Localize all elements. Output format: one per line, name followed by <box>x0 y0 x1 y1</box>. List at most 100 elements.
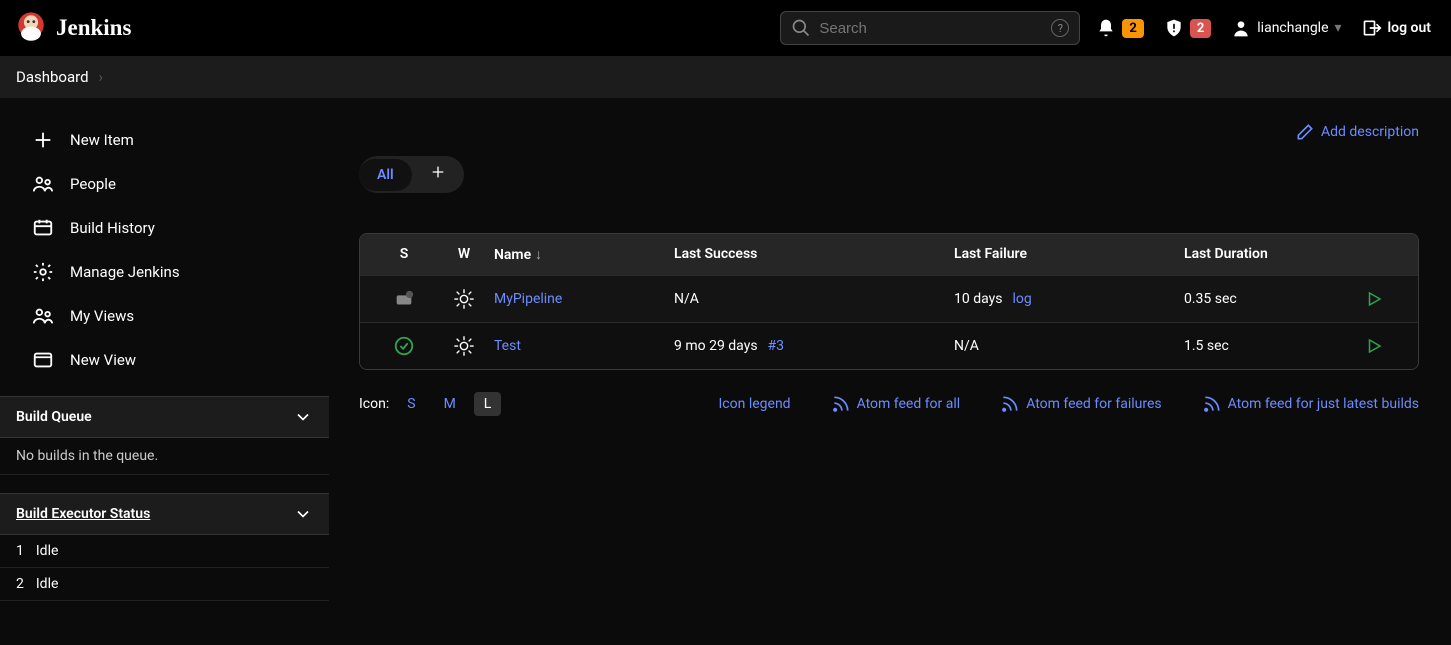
bell-icon <box>1096 18 1116 38</box>
sidebar-item-manage-jenkins[interactable]: Manage Jenkins <box>0 250 329 294</box>
rss-icon <box>831 394 851 414</box>
shield-alert-icon <box>1164 18 1184 38</box>
view-tabs: All <box>359 156 464 193</box>
logout-button[interactable]: log out <box>1358 18 1435 38</box>
executor-num: 1 <box>16 543 24 559</box>
atom-feed-all[interactable]: Atom feed for all <box>831 394 961 414</box>
col-last-duration[interactable]: Last Duration <box>1184 246 1344 263</box>
sidebar-item-new-view[interactable]: New View <box>0 338 329 382</box>
col-status[interactable]: S <box>374 246 434 263</box>
atom-feed-failures[interactable]: Atom feed for failures <box>1000 394 1161 414</box>
chevron-down-icon <box>293 407 313 427</box>
weather-sunny-icon <box>453 335 475 357</box>
last-success-link[interactable]: #3 <box>768 338 785 354</box>
logo[interactable]: Jenkins <box>16 11 131 45</box>
main-panel: Add description All S W Name↓ Last Succe… <box>329 98 1451 645</box>
sidebar-item-label: New Item <box>70 131 134 149</box>
build-queue-title: Build Queue <box>16 409 92 425</box>
table-row: MyPipeline N/A 10 days log 0.35 sec <box>360 275 1418 322</box>
executor-num: 2 <box>16 576 24 592</box>
atom-feed-latest[interactable]: Atom feed for just latest builds <box>1202 394 1419 414</box>
last-duration-value: 1.5 sec <box>1184 338 1229 354</box>
build-queue-empty: No builds in the queue. <box>0 438 329 475</box>
col-weather[interactable]: W <box>434 246 494 263</box>
header: Jenkins ? 2 2 lianchangle ▾ log out <box>0 0 1451 56</box>
logout-icon <box>1362 18 1382 38</box>
sidebar: New Item People Build History Manage Jen… <box>0 98 329 645</box>
table-header: S W Name↓ Last Success Last Failure Last… <box>360 234 1418 275</box>
gear-icon <box>32 261 54 283</box>
rss-icon <box>1000 394 1020 414</box>
build-now-icon[interactable] <box>1365 337 1383 355</box>
user-menu[interactable]: lianchangle ▾ <box>1227 18 1345 38</box>
sidebar-item-label: New View <box>70 351 136 369</box>
last-failure-value: 10 days <box>954 291 1002 307</box>
icon-legend-link[interactable]: Icon legend <box>719 396 791 412</box>
last-failure-value: N/A <box>954 338 979 354</box>
icon-size-s[interactable]: S <box>397 392 425 416</box>
executor-state: Idle <box>36 576 59 592</box>
plus-icon <box>32 129 54 151</box>
build-queue-header[interactable]: Build Queue <box>0 396 329 438</box>
notif-badge: 2 <box>1122 19 1143 38</box>
sidebar-item-new-item[interactable]: New Item <box>0 118 329 162</box>
icon-size-label: Icon: <box>359 396 389 412</box>
build-now-icon[interactable] <box>1365 290 1383 308</box>
people-icon <box>32 173 54 195</box>
search-input[interactable] <box>819 20 1043 37</box>
search-box[interactable]: ? <box>780 11 1080 45</box>
rss-icon <box>1202 394 1222 414</box>
tab-all[interactable]: All <box>359 159 412 191</box>
app-name: Jenkins <box>56 15 131 41</box>
username: lianchangle <box>1257 20 1328 36</box>
last-success-value: N/A <box>674 291 699 307</box>
executor-row: 1 Idle <box>0 535 329 568</box>
job-name-link[interactable]: MyPipeline <box>494 291 562 307</box>
sort-down-icon: ↓ <box>535 247 542 263</box>
alert-badge: 2 <box>1190 19 1211 38</box>
plus-icon <box>430 164 446 180</box>
chevron-down-icon: ▾ <box>1335 20 1342 36</box>
feed-label: Atom feed for all <box>857 396 961 412</box>
executor-status-title: Build Executor Status <box>16 506 150 522</box>
job-name-link[interactable]: Test <box>494 338 521 354</box>
col-last-failure[interactable]: Last Failure <box>954 246 1184 263</box>
last-success-value: 9 mo 29 days <box>674 338 758 354</box>
search-icon <box>791 18 811 38</box>
breadcrumb: Dashboard › <box>0 56 1451 98</box>
breadcrumb-root[interactable]: Dashboard <box>16 68 89 86</box>
window-icon <box>32 349 54 371</box>
alerts-button[interactable]: 2 <box>1160 18 1215 38</box>
add-description-button[interactable]: Add description <box>1295 122 1419 142</box>
tab-new-view[interactable] <box>412 156 464 193</box>
edit-icon <box>1295 122 1315 142</box>
not-built-status-icon <box>393 288 415 310</box>
chevron-down-icon <box>293 504 313 524</box>
sidebar-item-my-views[interactable]: My Views <box>0 294 329 338</box>
table-footer: Icon: S M L Icon legend Atom feed for al… <box>359 370 1419 438</box>
weather-sunny-icon <box>453 288 475 310</box>
sidebar-item-label: Manage Jenkins <box>70 263 180 281</box>
sidebar-item-label: People <box>70 175 116 193</box>
icon-size-l[interactable]: L <box>474 392 502 416</box>
chevron-right-icon: › <box>99 68 104 86</box>
notifications-button[interactable]: 2 <box>1092 18 1147 38</box>
help-icon[interactable]: ? <box>1051 19 1069 37</box>
icon-legend-label: Icon legend <box>719 396 791 412</box>
table-row: Test 9 mo 29 days #3 N/A 1.5 sec <box>360 322 1418 369</box>
sidebar-item-people[interactable]: People <box>0 162 329 206</box>
executor-row: 2 Idle <box>0 568 329 601</box>
feed-label: Atom feed for failures <box>1026 396 1161 412</box>
last-duration-value: 0.35 sec <box>1184 291 1237 307</box>
last-failure-link[interactable]: log <box>1012 291 1031 307</box>
executor-status-header[interactable]: Build Executor Status <box>0 493 329 535</box>
icon-size-m[interactable]: M <box>434 392 466 416</box>
add-description-label: Add description <box>1321 124 1419 140</box>
col-name[interactable]: Name↓ <box>494 246 674 263</box>
col-last-success[interactable]: Last Success <box>674 246 954 263</box>
sidebar-item-label: Build History <box>70 219 155 237</box>
feed-label: Atom feed for just latest builds <box>1228 396 1419 412</box>
history-icon <box>32 217 54 239</box>
sidebar-item-label: My Views <box>70 307 134 325</box>
sidebar-item-build-history[interactable]: Build History <box>0 206 329 250</box>
